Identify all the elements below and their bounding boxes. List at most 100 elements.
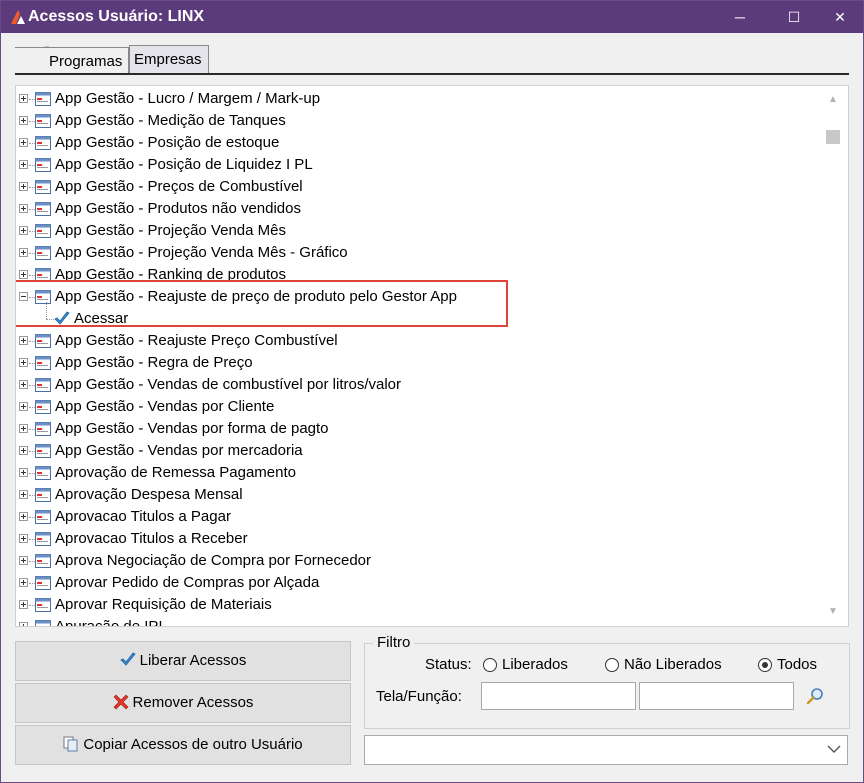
tree-item-label[interactable]: Aprovar Requisição de Materiais [55, 594, 272, 616]
bottom-combo-select[interactable] [364, 735, 848, 765]
scroll-up-icon[interactable]: ▲ [818, 90, 848, 110]
tab-empresas[interactable]: Empresas [129, 45, 209, 73]
scroll-thumb[interactable] [826, 130, 840, 144]
tela-funcao-input-1[interactable] [481, 682, 636, 710]
tree-row[interactable]: Apuração de IPI [16, 616, 816, 626]
expand-icon[interactable] [19, 138, 28, 147]
expand-icon[interactable] [19, 358, 28, 367]
radio-nao-liberados-label[interactable]: Não Liberados [624, 656, 722, 673]
tree-item-label[interactable]: App Gestão - Reajuste de preço de produt… [55, 286, 457, 308]
tree-row[interactable]: App Gestão - Projeção Venda Mês [16, 220, 816, 242]
tree-child-row[interactable]: Acessar [16, 302, 816, 330]
tree-item-label[interactable]: App Gestão - Vendas por Cliente [55, 396, 274, 418]
radio-liberados[interactable] [483, 658, 497, 672]
tree-row[interactable]: Aprovação de Remessa Pagamento [16, 462, 816, 484]
tree-item-label[interactable]: App Gestão - Medição de Tanques [55, 110, 286, 132]
expand-icon[interactable] [19, 270, 28, 279]
tree-scrollbar[interactable]: ▲ ▼ [818, 86, 848, 626]
radio-todos-label[interactable]: Todos [777, 656, 817, 673]
expand-icon[interactable] [19, 402, 28, 411]
tree-row[interactable]: App Gestão - Posição de Liquidez I PL [16, 154, 816, 176]
expand-icon[interactable] [19, 468, 28, 477]
tree-row[interactable]: Aprovacao Titulos a Receber [16, 528, 816, 550]
tree-row[interactable]: App Gestão - Ranking de produtos [16, 264, 816, 286]
tree-item-label[interactable]: App Gestão - Vendas por forma de pagto [55, 418, 329, 440]
expand-icon[interactable] [19, 336, 28, 345]
tree-item-label[interactable]: App Gestão - Regra de Preço [55, 352, 253, 374]
expand-icon[interactable] [19, 94, 28, 103]
tree-item-label[interactable]: App Gestão - Vendas por mercadoria [55, 440, 303, 462]
expand-icon[interactable] [19, 380, 28, 389]
tree-item-label[interactable]: App Gestão - Projeção Venda Mês [55, 220, 286, 242]
tree-item-label[interactable]: Aprovacao Titulos a Receber [55, 528, 248, 550]
tree-item-label[interactable]: App Gestão - Lucro / Margem / Mark-up [55, 88, 320, 110]
expand-icon[interactable] [19, 116, 28, 125]
chevron-down-icon[interactable] [827, 742, 841, 756]
tree-row[interactable]: App Gestão - Vendas por mercadoria [16, 440, 816, 462]
expand-icon[interactable] [19, 578, 28, 587]
liberar-acessos-button[interactable]: Liberar Acessos [15, 641, 351, 681]
tree-item-label[interactable]: Aprovação de Remessa Pagamento [55, 462, 296, 484]
tree-row[interactable]: App Gestão - Produtos não vendidos [16, 198, 816, 220]
scroll-down-icon[interactable]: ▼ [818, 602, 848, 622]
tree-row[interactable]: App Gestão - Reajuste Preço Combustível [16, 330, 816, 352]
tree-item-label[interactable]: Apuração de IPI [55, 616, 163, 626]
tree-row[interactable]: App Gestão - Projeção Venda Mês - Gráfic… [16, 242, 816, 264]
close-button[interactable]: ✕ [817, 1, 863, 33]
tree-item-label[interactable]: Aprovação Despesa Mensal [55, 484, 243, 506]
radio-nao-liberados[interactable] [605, 658, 619, 672]
radio-liberados-label[interactable]: Liberados [502, 656, 568, 673]
tree-row[interactable]: App Gestão - Regra de Preço [16, 352, 816, 374]
tree-item-label[interactable]: App Gestão - Preços de Combustível [55, 176, 303, 198]
tree-row[interactable]: Aprova Negociação de Compra por Forneced… [16, 550, 816, 572]
maximize-button[interactable]: ☐ [771, 1, 817, 33]
expand-icon[interactable] [19, 556, 28, 565]
expand-icon[interactable] [19, 490, 28, 499]
expand-icon[interactable] [19, 160, 28, 169]
expand-icon[interactable] [19, 534, 28, 543]
tree-row[interactable]: Aprovar Requisição de Materiais [16, 594, 816, 616]
tree-item-label[interactable]: App Gestão - Reajuste Preço Combustível [55, 330, 338, 352]
tree-item-label[interactable]: Aprovacao Titulos a Pagar [55, 506, 231, 528]
expand-icon[interactable] [19, 204, 28, 213]
tree-item-label[interactable]: App Gestão - Posição de estoque [55, 132, 279, 154]
copiar-acessos-button[interactable]: Copiar Acessos de outro Usuário [15, 725, 351, 765]
tree-row[interactable]: App Gestão - Vendas de combustível por l… [16, 374, 816, 396]
tree-item-label[interactable]: App Gestão - Posição de Liquidez I PL [55, 154, 313, 176]
tree-row[interactable]: Aprovação Despesa Mensal [16, 484, 816, 506]
expand-icon[interactable] [19, 622, 28, 626]
tela-funcao-input-2[interactable] [639, 682, 794, 710]
expand-icon[interactable] [19, 600, 28, 609]
tree-item-label[interactable]: App Gestão - Produtos não vendidos [55, 198, 301, 220]
expand-icon[interactable] [19, 512, 28, 521]
tree-item-label[interactable]: App Gestão - Projeção Venda Mês - Gráfic… [55, 242, 348, 264]
expand-icon[interactable] [19, 226, 28, 235]
tree-row[interactable]: App Gestão - Posição de estoque [16, 132, 816, 154]
tree-row[interactable]: Aprovacao Titulos a Pagar [16, 506, 816, 528]
expand-icon[interactable] [19, 248, 28, 257]
tree-row[interactable]: App Gestão - Vendas por forma de pagto [16, 418, 816, 440]
expand-icon[interactable] [19, 182, 28, 191]
expand-icon[interactable] [19, 446, 28, 455]
tree-item-label[interactable]: Aprovar Pedido de Compras por Alçada [55, 572, 319, 594]
tree-row[interactable]: Aprovar Pedido de Compras por Alçada [16, 572, 816, 594]
tree-row[interactable]: App Gestão - Lucro / Margem / Mark-up [16, 88, 816, 110]
tree-item-label[interactable]: App Gestão - Ranking de produtos [55, 264, 286, 286]
expand-icon[interactable] [19, 424, 28, 433]
remover-acessos-button[interactable]: Remover Acessos [15, 683, 351, 723]
tab-programas[interactable]: Programas [15, 47, 129, 75]
program-tree[interactable]: App Gestão - Lucro / Margem / Mark-up App… [15, 85, 849, 627]
minimize-button[interactable]: ─ [717, 1, 763, 33]
tree-row[interactable]: App Gestão - Vendas por Cliente [16, 396, 816, 418]
tab-strip: Programas Empresas [15, 45, 849, 75]
tree-row[interactable]: App Gestão - Preços de Combustível [16, 176, 816, 198]
tree-item-label[interactable]: App Gestão - Vendas de combustível por l… [55, 374, 401, 396]
collapse-icon[interactable] [19, 292, 28, 301]
tree-row[interactable]: App Gestão - Medição de Tanques [16, 110, 816, 132]
radio-todos[interactable] [758, 658, 772, 672]
tree-child-label[interactable]: Acessar [74, 308, 128, 330]
title-bar[interactable]: Acessos Usuário: LINX ─ ☐ ✕ [1, 1, 863, 33]
search-icon[interactable] [805, 686, 825, 706]
tree-item-label[interactable]: Aprova Negociação de Compra por Forneced… [55, 550, 371, 572]
tree-row[interactable]: App Gestão - Reajuste de preço de produt… [16, 286, 816, 308]
